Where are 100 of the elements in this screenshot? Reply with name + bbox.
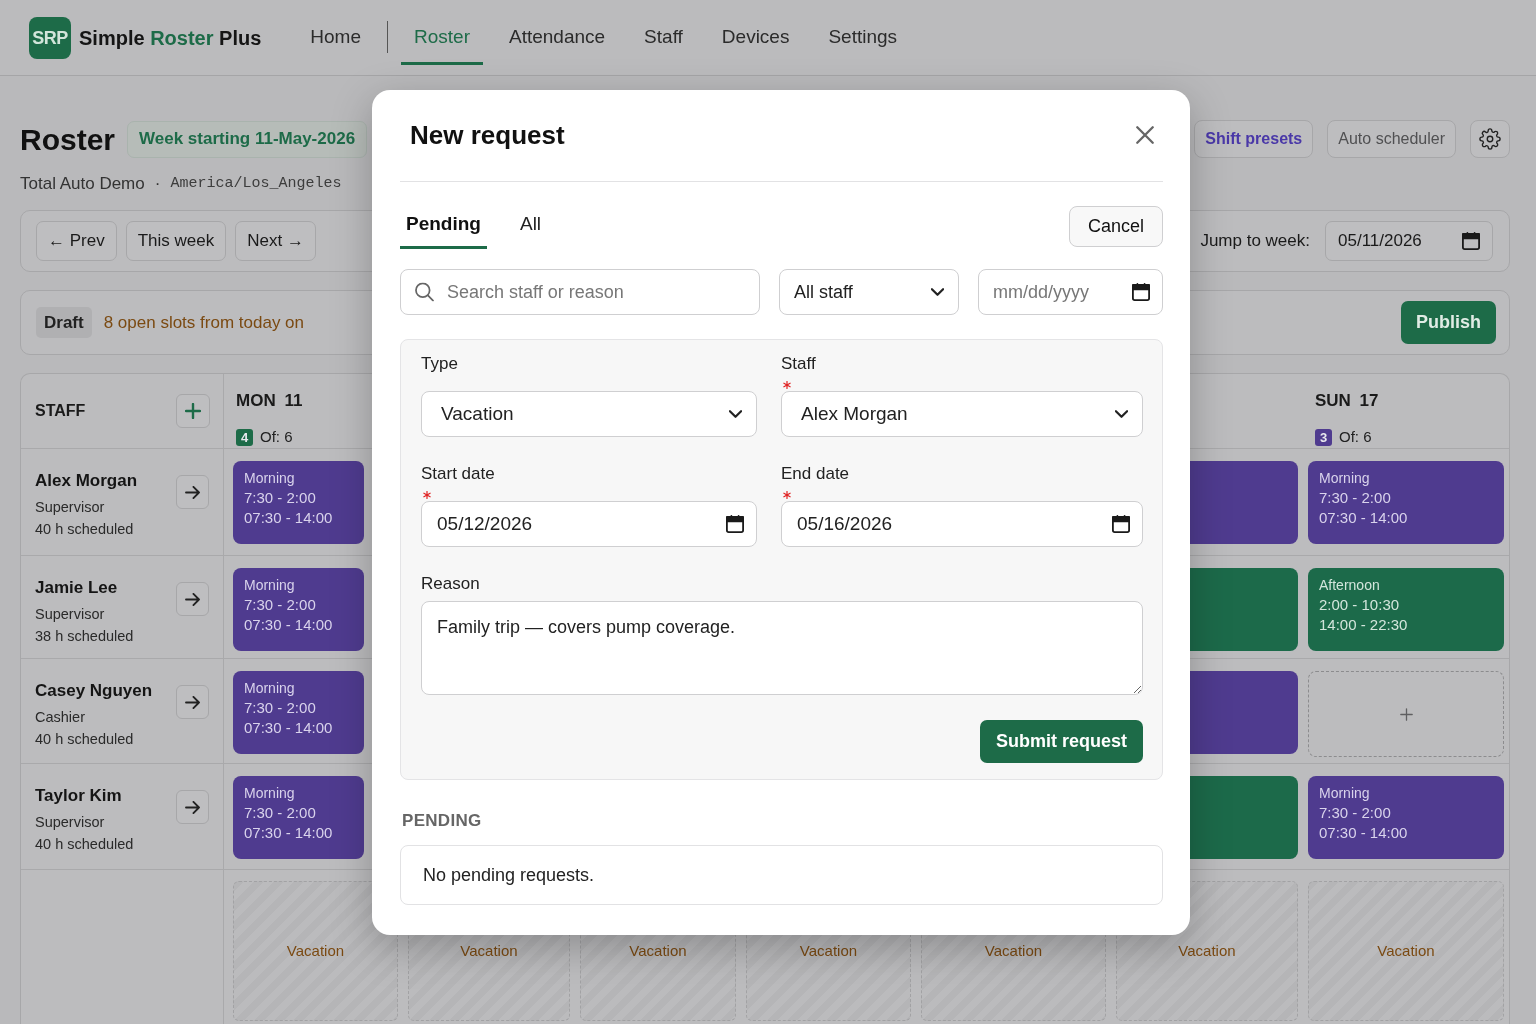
vacation-label: Vacation: [1178, 940, 1236, 961]
logo-tile: SRP: [29, 17, 71, 59]
date-field[interactable]: 05/16/2026: [781, 501, 1143, 547]
shift-time: 7:30 - 2:00: [244, 803, 317, 823]
shift-card[interactable]: Morning 7:30 - 2:00 07:30 - 14:00: [1308, 776, 1504, 859]
location-name: Total Auto Demo: [20, 173, 145, 195]
week-nav-button[interactable]: This week: [125, 221, 227, 261]
jump-label: Jump to week:: [1200, 230, 1310, 253]
shift-time-24h: 07:30 - 14:00: [1319, 823, 1409, 843]
shift-name: Morning: [244, 784, 296, 803]
staff-hours: 38 h scheduled: [35, 627, 134, 646]
arrow-right-icon: [185, 695, 200, 709]
staff-hours: 40 h scheduled: [35, 520, 135, 539]
shift-card[interactable]: Morning 7:30 - 2:00 07:30 - 14:00: [233, 671, 364, 754]
calendar-icon: [1112, 515, 1130, 533]
toolbar-button[interactable]: Auto scheduler: [1327, 120, 1456, 158]
status-badge: Draft: [36, 306, 92, 339]
shift-name: Morning: [244, 679, 296, 698]
search-icon: [415, 282, 434, 302]
count-badge: 3: [1315, 428, 1332, 446]
calendar-icon: [1132, 283, 1150, 301]
close-button[interactable]: [1136, 126, 1154, 144]
empty-state: No pending requests.: [400, 845, 1163, 905]
dialog-tab[interactable]: All: [513, 204, 548, 249]
staff-name: Alex Morgan: [35, 470, 138, 492]
staff-role: Cashier: [35, 708, 86, 727]
shift-card[interactable]: Morning 7:30 - 2:00 07:30 - 14:00: [233, 568, 364, 651]
week-date-field[interactable]: 05/11/2026: [1325, 221, 1493, 261]
staff-filter-select[interactable]: All staff: [779, 269, 959, 315]
vacation-label: Vacation: [286, 940, 345, 961]
shift-time-24h: 07:30 - 14:00: [244, 718, 334, 738]
open-staff-button[interactable]: [176, 685, 209, 719]
open-slots-text: 8 open slots from today on: [103, 311, 304, 334]
reason-field[interactable]: Family trip — covers pump coverage.: [421, 601, 1143, 695]
shift-name: Morning: [1319, 784, 1371, 803]
shift-time: 7:30 - 2:00: [244, 488, 317, 508]
column-heading: STAFF: [35, 401, 86, 421]
shift-time-24h: 07:30 - 14:00: [244, 508, 334, 528]
field-label: Start date: [421, 463, 495, 485]
settings-button[interactable]: [1470, 120, 1510, 158]
add-icon: [185, 403, 201, 419]
staff-role: Supervisor: [35, 605, 106, 624]
shift-time-24h: 07:30 - 14:00: [244, 823, 334, 843]
shift-card[interactable]: Morning 7:30 - 2:00 07:30 - 14:00: [1308, 461, 1504, 544]
select-field[interactable]: Alex Morgan: [781, 391, 1143, 437]
shift-name: Morning: [244, 469, 296, 488]
shift-time: 7:30 - 2:00: [244, 698, 317, 718]
nav-link[interactable]: Devices: [708, 0, 803, 65]
submit-button[interactable]: Submit request: [979, 720, 1143, 763]
week-badge: Week starting 11-May-2026: [127, 120, 368, 158]
chevron-down-icon: [931, 288, 944, 296]
section-heading: PENDING: [401, 810, 483, 832]
week-nav-button[interactable]: ← Prev: [36, 221, 117, 261]
dialog-tab[interactable]: Pending: [400, 204, 487, 249]
settings-icon: [1479, 128, 1501, 150]
brand-name: Simple Roster Plus: [79, 26, 262, 51]
timezone-text: America/Los_Angeles: [170, 174, 342, 194]
dialog-title: New request: [410, 119, 565, 152]
week-nav-button[interactable]: Next →: [235, 221, 316, 261]
publish-button[interactable]: Publish: [1401, 301, 1496, 344]
search-field[interactable]: Search staff or reason: [400, 269, 760, 315]
date-filter-field[interactable]: mm/dd/yyyy: [978, 269, 1163, 315]
vacation-label: Vacation: [1377, 940, 1435, 961]
day-heading: SUN 17: [1315, 390, 1379, 412]
field-label: Reason: [421, 573, 480, 595]
shift-time-24h: 14:00 - 22:30: [1319, 615, 1409, 635]
add-staff-button[interactable]: [176, 394, 210, 428]
arrow-right-icon: [185, 800, 200, 814]
cancel-button[interactable]: Cancel: [1068, 206, 1163, 247]
nav-link[interactable]: Attendance: [495, 0, 619, 65]
separator-dot: ·: [154, 173, 161, 195]
add-icon: [1399, 707, 1413, 721]
staff-hours: 40 h scheduled: [35, 730, 135, 749]
shift-time: 7:30 - 2:00: [244, 595, 317, 615]
nav-link[interactable]: Settings: [815, 0, 911, 65]
open-staff-button[interactable]: [176, 475, 209, 509]
toolbar-button[interactable]: Shift presets: [1194, 120, 1314, 158]
shift-time-24h: 07:30 - 14:00: [244, 615, 334, 635]
capacity-text: Of: 6: [260, 427, 293, 447]
date-field[interactable]: 05/12/2026: [421, 501, 757, 547]
vacation-label: Vacation: [629, 940, 687, 961]
calendar-icon: [1462, 232, 1480, 250]
vacation-label: Vacation: [799, 940, 858, 961]
shift-name: Morning: [1319, 469, 1371, 488]
select-field[interactable]: Vacation: [421, 391, 757, 437]
open-staff-button[interactable]: [176, 790, 209, 824]
shift-card[interactable]: Morning 7:30 - 2:00 07:30 - 14:00: [233, 776, 364, 859]
arrow-right-icon: [185, 485, 200, 499]
close-icon: [1136, 126, 1154, 144]
shift-card[interactable]: Afternoon 2:00 - 10:30 14:00 - 22:30: [1308, 568, 1504, 651]
staff-name: Casey Nguyen: [35, 680, 153, 702]
nav-link[interactable]: Staff: [631, 0, 696, 65]
arrow-right-icon: [185, 592, 200, 606]
nav-link[interactable]: Home: [297, 0, 374, 65]
shift-time-24h: 07:30 - 14:00: [1319, 508, 1409, 528]
staff-role: Supervisor: [35, 498, 106, 517]
shift-name: Morning: [244, 576, 296, 595]
shift-card[interactable]: Morning 7:30 - 2:00 07:30 - 14:00: [233, 461, 364, 544]
open-staff-button[interactable]: [176, 582, 209, 616]
shift-name: Afternoon: [1319, 576, 1381, 595]
